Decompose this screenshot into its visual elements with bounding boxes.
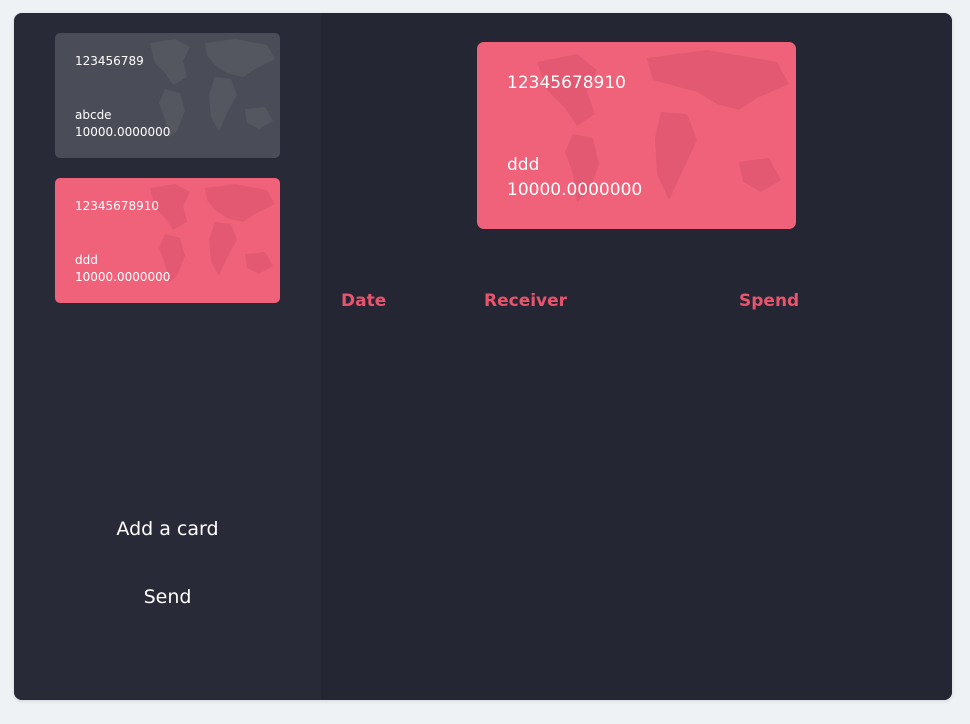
column-header-receiver: Receiver bbox=[484, 291, 568, 311]
world-map-icon bbox=[537, 50, 789, 202]
send-button[interactable]: Send bbox=[14, 586, 321, 608]
card-number: 12345678910 bbox=[75, 199, 159, 213]
card-item-2[interactable]: 12345678910 ddd 10000.0000000 bbox=[55, 178, 280, 303]
card-number: 123456789 bbox=[75, 54, 144, 68]
card-holder-name: ddd bbox=[75, 253, 98, 267]
selected-card: 12345678910 ddd 10000.0000000 bbox=[477, 42, 796, 229]
world-map-icon bbox=[150, 184, 275, 282]
card-balance: 10000.0000000 bbox=[507, 180, 643, 200]
column-header-spend: Spend bbox=[739, 291, 800, 311]
sidebar: 123456789 abcde 10000.0000000 1234567891… bbox=[14, 13, 321, 700]
column-header-date: Date bbox=[341, 291, 387, 311]
card-balance: 10000.0000000 bbox=[75, 270, 171, 284]
app-window: 123456789 abcde 10000.0000000 1234567891… bbox=[14, 13, 952, 700]
card-holder-name: ddd bbox=[507, 155, 540, 175]
card-item-1[interactable]: 123456789 abcde 10000.0000000 bbox=[55, 33, 280, 158]
card-balance: 10000.0000000 bbox=[75, 125, 171, 139]
card-holder-name: abcde bbox=[75, 108, 112, 122]
card-number: 12345678910 bbox=[507, 73, 626, 93]
world-map-icon bbox=[150, 39, 275, 137]
add-card-button[interactable]: Add a card bbox=[14, 518, 321, 540]
